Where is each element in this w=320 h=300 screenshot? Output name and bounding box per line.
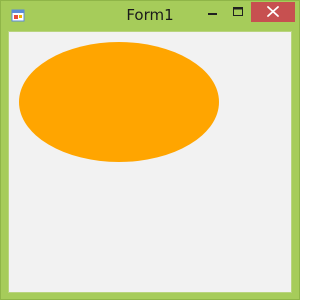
title-bar[interactable]: Form1 [1,1,299,31]
minimize-button[interactable] [200,2,225,22]
form1-window: Form1 [0,0,300,300]
close-button[interactable] [251,2,295,22]
orange-ellipse [19,42,219,162]
minimize-icon [208,13,217,15]
drawing-surface [19,42,219,162]
maximize-button[interactable] [225,2,250,22]
windows-forms-app-icon[interactable] [10,9,26,23]
maximize-icon [233,7,243,16]
close-icon [267,6,279,17]
form-client-area [8,31,292,293]
